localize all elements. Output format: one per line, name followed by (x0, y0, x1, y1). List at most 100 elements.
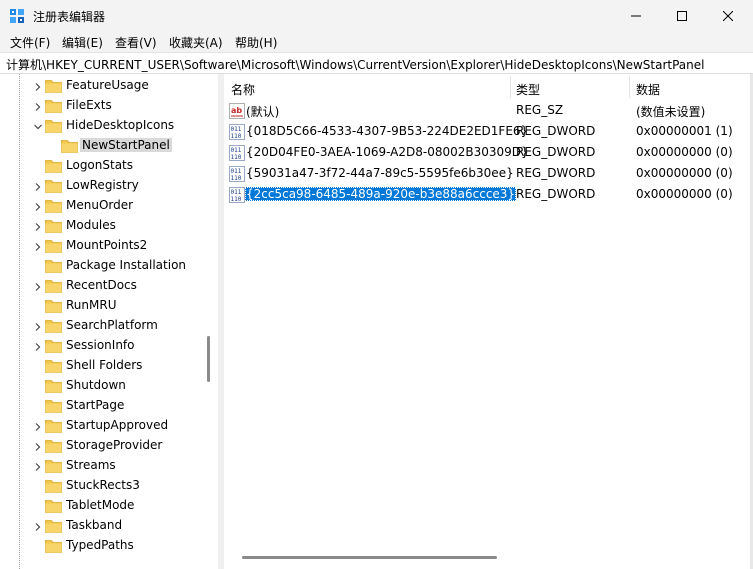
chevron-right-icon[interactable] (33, 421, 43, 431)
tree-scrollbar[interactable] (207, 336, 210, 382)
value-row[interactable]: 011 110 {2cc5ca98-6485-489a-920e-b3e88a6cc… (224, 185, 753, 206)
address-bar[interactable]: 计算机\HKEY_CURRENT_USER\Software\Microsoft… (0, 52, 753, 74)
value-name[interactable]: {20D04FE0-3AEA-1069-A2D8-08002B30309D} (245, 145, 530, 159)
tree-item[interactable]: RunMRU (0, 296, 218, 316)
tree-item-label: LowRegistry (66, 178, 139, 192)
svg-text:110: 110 (231, 133, 242, 140)
chevron-right-icon[interactable] (33, 281, 43, 291)
maximize-button[interactable] (659, 0, 705, 32)
chevron-right-icon[interactable] (33, 221, 43, 231)
column-divider[interactable] (629, 76, 630, 98)
value-list-scrollbar[interactable] (242, 556, 497, 559)
value-row[interactable]: ab (默认) REG_SZ (数值未设置) (224, 101, 753, 122)
minimize-button[interactable] (613, 0, 659, 32)
menu-help[interactable]: 帮助(H) (235, 34, 277, 51)
chevron-right-icon[interactable] (33, 521, 43, 531)
svg-text:011: 011 (231, 189, 242, 196)
tree-item[interactable]: Streams (0, 456, 218, 476)
chevron-right-icon[interactable] (33, 201, 43, 211)
tree-item[interactable]: SearchPlatform (0, 316, 218, 336)
value-type: REG_DWORD (516, 145, 596, 159)
value-name[interactable]: {2cc5ca98-6485-489a-920e-b3e88a6ccce3} (245, 187, 517, 201)
value-type: REG_DWORD (516, 166, 596, 180)
tree-item[interactable]: TypedPaths (0, 536, 218, 556)
value-data: 0x00000000 (0) (636, 145, 733, 159)
tree-item[interactable]: MountPoints2 (0, 236, 218, 256)
address-path[interactable]: 计算机\HKEY_CURRENT_USER\Software\Microsoft… (6, 56, 704, 73)
folder-icon (45, 379, 62, 393)
tree-item-label: SearchPlatform (66, 318, 158, 332)
tree-item-label: RunMRU (66, 298, 117, 312)
svg-text:011: 011 (231, 147, 242, 154)
column-header-data[interactable]: 数据 (636, 74, 660, 100)
chevron-right-icon[interactable] (33, 321, 43, 331)
folder-icon (61, 139, 78, 153)
regedit-icon (9, 8, 25, 24)
tree-item[interactable]: SessionInfo (0, 336, 218, 356)
menu-favorites[interactable]: 收藏夹(A) (169, 34, 223, 51)
tree-item-label: Taskband (66, 518, 123, 532)
folder-icon (45, 479, 62, 493)
folder-icon (45, 259, 62, 273)
value-type: REG_DWORD (516, 187, 596, 201)
column-divider[interactable] (510, 76, 511, 98)
folder-icon (45, 539, 62, 553)
chevron-right-icon[interactable] (33, 101, 43, 111)
tree-item[interactable]: NewStartPanel (0, 136, 218, 156)
tree-item[interactable]: RecentDocs (0, 276, 218, 296)
folder-icon (45, 279, 62, 293)
value-name[interactable]: {59031a47-3f72-44a7-89c5-5595fe6b30ee} (245, 166, 515, 180)
value-type: REG_DWORD (516, 124, 596, 138)
tree-item[interactable]: Modules (0, 216, 218, 236)
string-value-icon: ab (229, 103, 245, 119)
value-name[interactable]: {018D5C66-4533-4307-9B53-224DE2ED1FE6} (245, 124, 529, 138)
column-header-type[interactable]: 类型 (516, 74, 540, 100)
tree-item-label: HideDesktopIcons (66, 118, 175, 132)
close-button[interactable] (705, 0, 751, 32)
title-bar: 注册表编辑器 (0, 0, 753, 32)
menu-view[interactable]: 查看(V) (115, 34, 157, 51)
tree-item[interactable]: LogonStats (0, 156, 218, 176)
window-title: 注册表编辑器 (33, 10, 106, 24)
chevron-right-icon[interactable] (33, 81, 43, 91)
chevron-right-icon[interactable] (33, 461, 43, 471)
tree-item[interactable]: TabletMode (0, 496, 218, 516)
tree-item[interactable]: HideDesktopIcons (0, 116, 218, 136)
tree-item[interactable]: FileExts (0, 96, 218, 116)
key-tree[interactable]: FeatureUsage FileExts HideDesktopIcons NewS… (0, 74, 218, 569)
tree-item[interactable]: StorageProvider (0, 436, 218, 456)
svg-text:110: 110 (231, 196, 242, 203)
chevron-right-icon[interactable] (33, 441, 43, 451)
tree-item[interactable]: LowRegistry (0, 176, 218, 196)
tree-item[interactable]: Taskband (0, 516, 218, 536)
tree-item-label: LogonStats (66, 158, 134, 172)
value-row[interactable]: 011 110 {20D04FE0-3AEA-1069-A2D8-08002B303… (224, 143, 753, 164)
tree-item[interactable]: StartPage (0, 396, 218, 416)
tree-item[interactable]: StuckRects3 (0, 476, 218, 496)
value-row[interactable]: 011 110 {018D5C66-4533-4307-9B53-224DE2ED1… (224, 122, 753, 143)
chevron-right-icon[interactable] (33, 341, 43, 351)
value-data: 0x00000000 (0) (636, 187, 733, 201)
tree-item[interactable]: FeatureUsage (0, 76, 218, 96)
folder-icon (45, 199, 62, 213)
menu-file[interactable]: 文件(F) (10, 34, 50, 51)
tree-item[interactable]: Shell Folders (0, 356, 218, 376)
folder-icon (45, 299, 62, 313)
value-list[interactable]: 名称 类型 数据 ab (默认) REG_SZ (数值未设置) 011 110 {018D5… (224, 74, 753, 569)
tree-item[interactable]: MenuOrder (0, 196, 218, 216)
chevron-right-icon[interactable] (33, 241, 43, 251)
value-row[interactable]: 011 110 {59031a47-3f72-44a7-89c5-5595fe6b3… (224, 164, 753, 185)
folder-icon (45, 179, 62, 193)
folder-icon (45, 159, 62, 173)
tree-item[interactable]: Package Installation (0, 256, 218, 276)
folder-icon (45, 519, 62, 533)
menu-edit[interactable]: 编辑(E) (62, 34, 103, 51)
column-header-name[interactable]: 名称 (231, 74, 255, 100)
tree-item-label: StuckRects3 (66, 478, 140, 492)
value-name[interactable]: (默认) (245, 103, 280, 120)
tree-item-label: Modules (66, 218, 116, 232)
chevron-right-icon[interactable] (33, 181, 43, 191)
tree-item[interactable]: StartupApproved (0, 416, 218, 436)
chevron-down-icon[interactable] (33, 121, 43, 131)
tree-item[interactable]: Shutdown (0, 376, 218, 396)
